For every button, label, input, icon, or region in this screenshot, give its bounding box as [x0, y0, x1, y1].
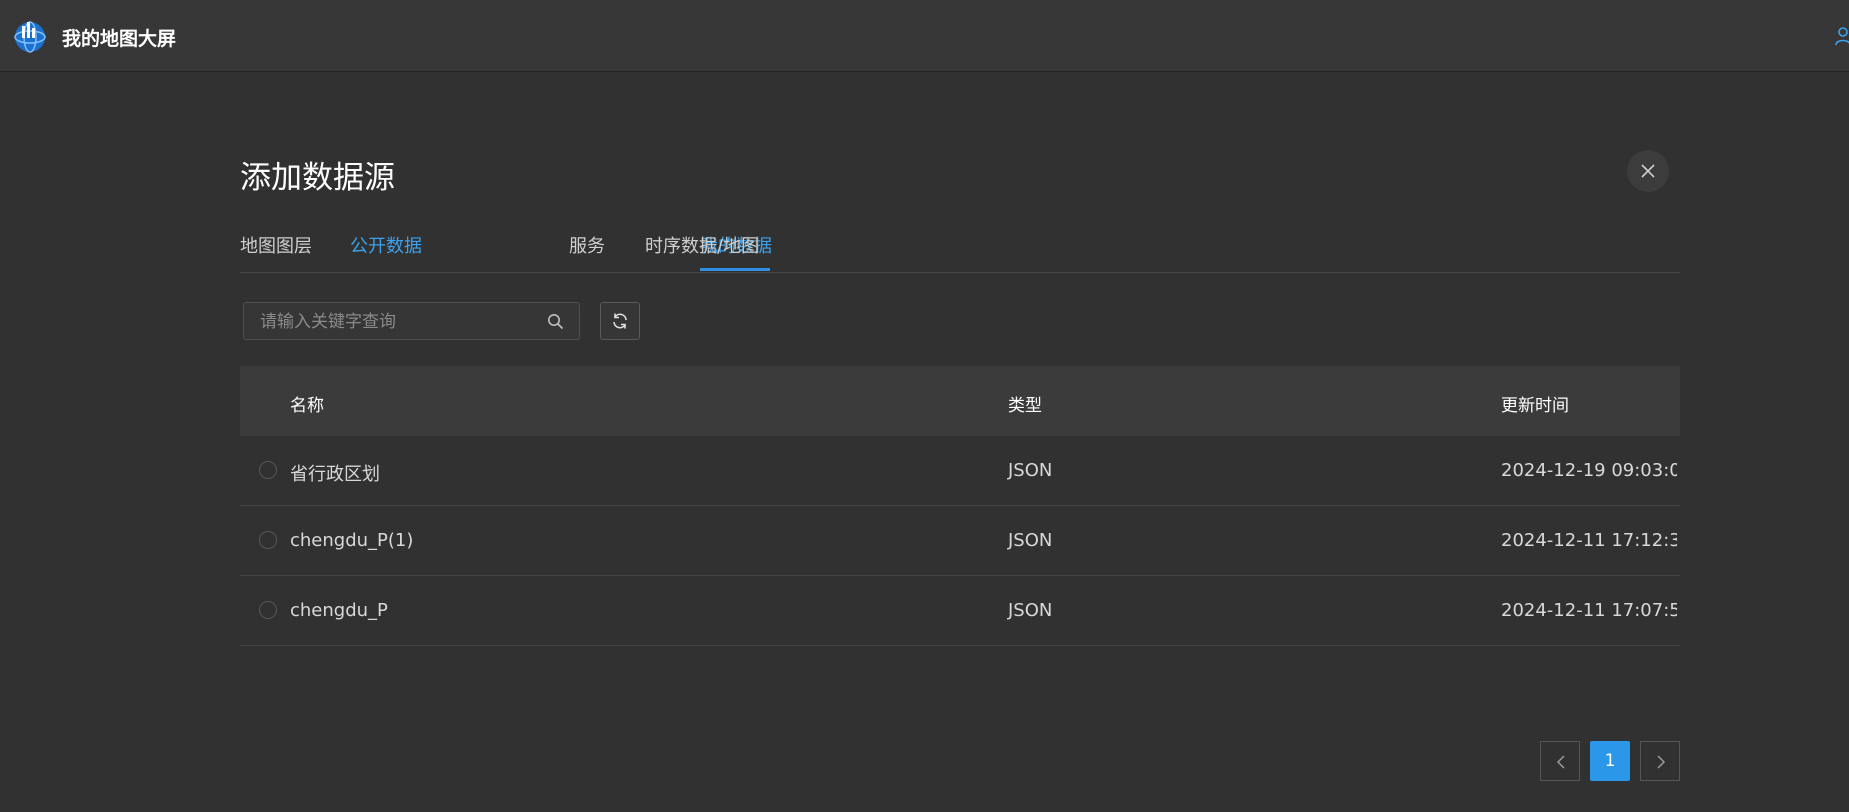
- tab-bar: 地图图层 公开数据 我的数据 服务 时序数据/地图: [240, 232, 1680, 273]
- tab-time-series[interactable]: 时序数据/地图: [645, 232, 759, 258]
- user-icon[interactable]: [1834, 26, 1849, 46]
- row-radio[interactable]: [259, 601, 277, 619]
- row-radio[interactable]: [259, 531, 277, 549]
- chevron-right-icon: [1657, 755, 1666, 769]
- next-page-button[interactable]: [1640, 741, 1680, 781]
- top-bar: 我的地图大屏: [0, 0, 1849, 72]
- row-type: JSON: [1008, 460, 1053, 481]
- column-header-name: 名称: [290, 396, 324, 416]
- table-row[interactable]: chengdu_P JSON 2024-12-11 17:07:57: [240, 576, 1680, 646]
- close-button[interactable]: [1627, 150, 1669, 192]
- tab-services[interactable]: 服务: [569, 232, 605, 258]
- search-icon[interactable]: [547, 313, 564, 330]
- row-name: chengdu_P(1): [290, 530, 414, 551]
- tab-public-data[interactable]: 公开数据: [350, 232, 422, 258]
- globe-logo-icon: [14, 21, 46, 53]
- app-title: 我的地图大屏: [62, 28, 177, 50]
- row-updated: 2024-12-11 17:12:30: [1501, 530, 1677, 551]
- table-header: 名称 类型 更新时间: [240, 366, 1680, 436]
- refresh-button[interactable]: [600, 302, 640, 340]
- row-updated: 2024-12-11 17:07:57: [1501, 600, 1677, 621]
- row-name: 省行政区划: [290, 464, 380, 485]
- tab-map-layers[interactable]: 地图图层: [240, 232, 312, 258]
- page-number-current[interactable]: 1: [1590, 741, 1630, 781]
- close-icon: [1641, 164, 1655, 178]
- chevron-left-icon: [1556, 755, 1565, 769]
- refresh-icon: [613, 313, 627, 329]
- dialog-title: 添加数据源: [240, 160, 395, 196]
- prev-page-button[interactable]: [1540, 741, 1580, 781]
- row-type: JSON: [1008, 530, 1053, 551]
- row-updated: 2024-12-19 09:03:01: [1501, 460, 1677, 481]
- active-tab-indicator: [700, 268, 770, 271]
- row-name: chengdu_P: [290, 600, 388, 621]
- search-box: [243, 302, 580, 341]
- row-type: JSON: [1008, 600, 1053, 621]
- column-header-type: 类型: [1008, 396, 1042, 416]
- column-header-updated: 更新时间: [1501, 396, 1569, 416]
- table-row[interactable]: chengdu_P(1) JSON 2024-12-11 17:12:30: [240, 506, 1680, 576]
- table-row[interactable]: 省行政区划 JSON 2024-12-19 09:03:01: [240, 436, 1680, 506]
- data-table: 名称 类型 更新时间 省行政区划 JSON 2024-12-19 09:03:0…: [240, 366, 1680, 646]
- search-input[interactable]: [258, 303, 542, 341]
- row-radio[interactable]: [259, 461, 277, 479]
